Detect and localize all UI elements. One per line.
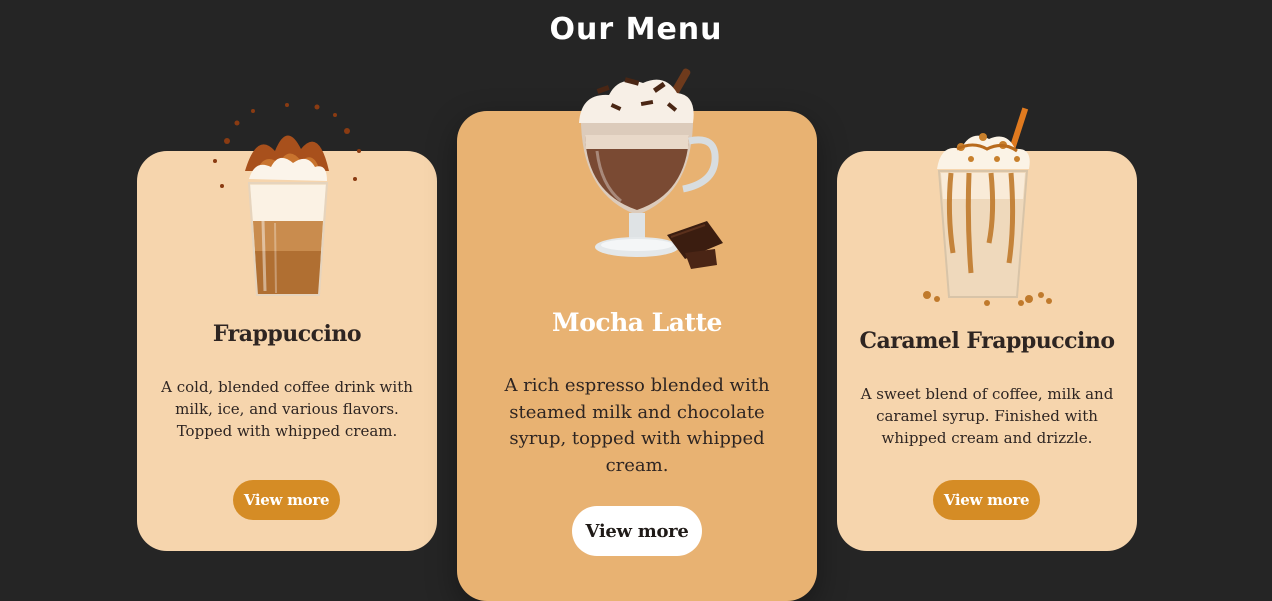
item-description: A rich espresso blended with steamed mil… bbox=[504, 375, 770, 476]
view-more-button-frappuccino[interactable]: View more bbox=[233, 480, 340, 520]
view-more-button-mocha-latte[interactable]: View more bbox=[572, 506, 702, 556]
menu-card-mocha-latte: Mocha Latte A rich espresso blended with… bbox=[457, 68, 817, 601]
item-name: Frappuccino bbox=[212, 321, 362, 347]
menu-card-frappuccino: Frappuccino A cold, blended coffee drink… bbox=[137, 103, 437, 551]
item-description: A sweet blend of coffee, milk and carame… bbox=[860, 385, 1114, 447]
item-name: Caramel Frappuccino bbox=[859, 328, 1115, 354]
view-more-button-caramel-frappuccino[interactable]: View more bbox=[933, 480, 1040, 520]
item-description: A cold, blended coffee drink with milk, … bbox=[161, 378, 413, 440]
menu-card-caramel-frappuccino: Caramel Frappuccino A sweet blend of cof… bbox=[837, 107, 1137, 551]
mocha-latte-drink-image bbox=[579, 68, 723, 269]
frappuccino-drink-image bbox=[213, 103, 361, 296]
item-name: Mocha Latte bbox=[552, 308, 722, 337]
menu-title: Our Menu bbox=[549, 12, 723, 47]
caramel-frappuccino-drink-image bbox=[923, 107, 1052, 306]
